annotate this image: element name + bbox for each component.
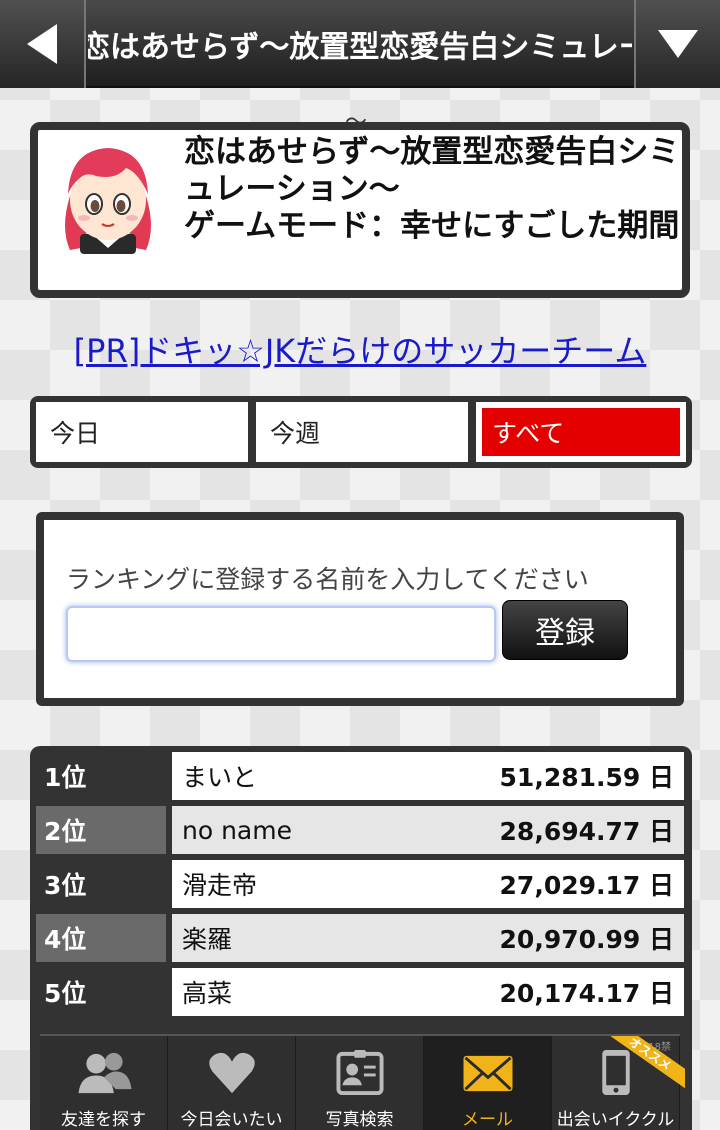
dropdown-triangle-icon [658, 30, 698, 58]
back-arrow-icon [27, 24, 57, 64]
table-row[interactable]: 1位 まいと 51,281.59 日 [36, 752, 686, 800]
age-restriction-tag: 18禁 [648, 1042, 671, 1053]
nav-label: 今日会いたい [180, 1110, 283, 1130]
rank-entry: no name 28,694.77 日 [172, 806, 684, 854]
rank-score: 51,281.59 日 [499, 763, 674, 792]
nav-label: 友達を探す [61, 1110, 146, 1130]
recommend-badge: オススメ [605, 1036, 685, 1088]
mail-icon [463, 1055, 512, 1092]
nav-photo-search[interactable]: 写真検索 [296, 1036, 424, 1130]
character-avatar [65, 148, 151, 254]
rank-entry: 楽羅 20,970.99 日 [172, 914, 684, 962]
tab-today[interactable]: 今日 [36, 402, 248, 462]
nav-find-friends[interactable]: 友達を探す [40, 1036, 168, 1130]
rank-name: 高菜 [182, 979, 233, 1008]
nav-label: 写真検索 [325, 1110, 394, 1130]
game-title-block: 恋はあせらず～放置型恋愛告白シミュレーション～ ゲームモード：幸せにすごした期間 [184, 134, 684, 245]
tab-week[interactable]: 今週 [256, 402, 468, 462]
rank-score: 20,174.17 日 [499, 979, 674, 1008]
register-prompt: ランキングに登録する名前を入力してください [66, 565, 589, 594]
ranking-register-box: ランキングに登録する名前を入力してください 登録 [36, 512, 684, 706]
tab-all-label: すべて [492, 419, 565, 448]
rank-entry: まいと 51,281.59 日 [172, 752, 684, 800]
page-title-container: 恋はあせらず～放置型恋愛告白シミュレーション～ [88, 0, 632, 88]
tab-all[interactable]: すべて [476, 402, 686, 462]
game-info-card: 恋はあせらず～放置型恋愛告白シミュレーション～ ゲームモード：幸せにすごした期間 [30, 122, 690, 298]
rank-position: 4位 [36, 914, 166, 962]
rank-score: 28,694.77 日 [499, 817, 674, 846]
table-row[interactable]: 4位 楽羅 20,970.99 日 [36, 914, 686, 962]
menu-button[interactable] [634, 0, 720, 88]
table-row[interactable]: 5位 高菜 20,174.17 日 [36, 968, 686, 1016]
recommend-ribbon: オススメ [605, 1036, 685, 1088]
bottom-nav-bar: 友達を探す 今日会いたい 写真検索 メール オススメ 18禁 出会いイククル [40, 1034, 685, 1130]
table-row[interactable]: 2位 no name 28,694.77 日 [36, 806, 686, 854]
register-button[interactable]: 登録 [502, 600, 628, 660]
rank-entry: 高菜 20,174.17 日 [172, 968, 684, 1016]
id-card-icon [335, 1049, 384, 1096]
rank-position: 5位 [44, 979, 87, 1008]
game-title: 恋はあせらず～放置型恋愛告白シミュレーション～ [184, 134, 680, 207]
tab-all-highlight: すべて [482, 408, 680, 456]
nav-meet-today[interactable]: 今日会いたい [168, 1036, 296, 1130]
period-tabs: 今日 今週 すべて [30, 396, 692, 468]
nav-label: メール [462, 1110, 513, 1130]
nav-label: 出会いイククル [556, 1110, 675, 1130]
name-input[interactable] [66, 606, 496, 662]
top-bar: 恋はあせらず～放置型恋愛告白シミュレーション～ [0, 0, 720, 88]
rank-position: 3位 [44, 871, 87, 900]
rank-score: 27,029.17 日 [499, 871, 674, 900]
nav-mail[interactable]: メール [424, 1036, 552, 1130]
people-icon [78, 1052, 131, 1094]
page-title: 恋はあせらず～放置型恋愛告白シミュレーション～ [88, 30, 632, 65]
rank-position: 2位 [36, 806, 166, 854]
game-mode: ゲームモード：幸せにすごした期間 [184, 208, 680, 244]
rank-name: まいと [182, 763, 258, 792]
rank-entry: 滑走帝 27,029.17 日 [172, 860, 684, 908]
pr-ad-link[interactable]: [PR]ドキッ☆JKだらけのサッカーチーム [0, 326, 720, 372]
decorative-tilde: ～ [345, 110, 368, 135]
rank-name: 楽羅 [182, 925, 233, 954]
heart-icon [208, 1052, 255, 1094]
back-button[interactable] [0, 0, 86, 88]
table-row[interactable]: 3位 滑走帝 27,029.17 日 [36, 860, 686, 908]
rank-position: 1位 [44, 763, 87, 792]
rank-name: no name [182, 815, 292, 845]
rank-score: 20,970.99 日 [499, 925, 674, 954]
tab-today-label: 今日 [50, 419, 101, 448]
rank-name: 滑走帝 [182, 871, 258, 900]
nav-ikukuru[interactable]: オススメ 18禁 出会いイククル [552, 1036, 685, 1130]
tab-week-label: 今週 [270, 419, 321, 448]
